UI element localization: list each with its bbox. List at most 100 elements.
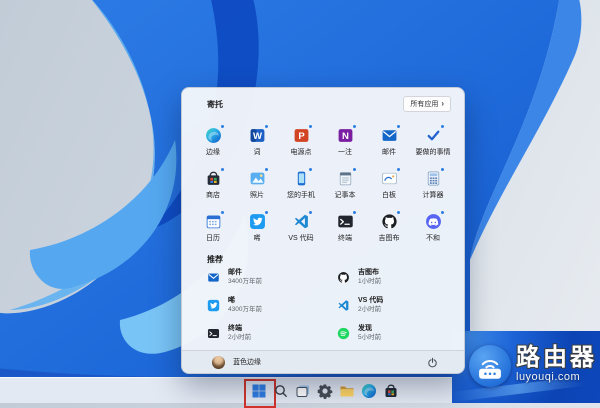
notepad-icon <box>337 170 354 187</box>
spotify-icon <box>337 327 350 340</box>
calendar-icon <box>205 213 222 230</box>
pinned-app[interactable]: P 电源点 <box>279 124 323 163</box>
pinned-app-label: 白板 <box>382 190 396 200</box>
svg-text:P: P <box>298 131 305 142</box>
calculator-icon <box>425 170 442 187</box>
pinned-app-label: 照片 <box>250 190 264 200</box>
photos-icon <box>249 170 266 187</box>
chevron-right-icon: › <box>441 101 444 107</box>
pinned-app-label: 商店 <box>206 190 220 200</box>
recommended-item-time: 1小时前 <box>358 278 381 286</box>
pinned-app[interactable]: 记事本 <box>323 167 367 206</box>
whiteboard-icon <box>381 170 398 187</box>
store-icon <box>205 170 222 187</box>
recommended-item[interactable]: 唏4300万年前 <box>204 292 334 319</box>
twitter-icon <box>207 299 220 312</box>
recommended-item-time: 3400万年前 <box>228 278 262 286</box>
pinned-app[interactable]: 日历 <box>191 210 235 249</box>
pinned-app-label: 电源点 <box>291 147 312 157</box>
pinned-app-label: 您的手机 <box>287 190 315 200</box>
recommended-item-time: 4300万年前 <box>228 306 262 314</box>
pinned-app-label: 吉图布 <box>379 233 400 243</box>
pinned-section-title: 寄托 <box>207 99 223 110</box>
mail-icon <box>381 127 398 144</box>
edge-icon <box>205 127 222 144</box>
pinned-app[interactable]: N 一注 <box>323 124 367 163</box>
pinned-app[interactable]: 不和 <box>411 210 455 249</box>
taskbar-store-button[interactable] <box>383 383 399 399</box>
github-icon <box>381 213 398 230</box>
taskbar-settings-button[interactable] <box>317 383 333 399</box>
pinned-app-label: 邮件 <box>382 147 396 157</box>
recommended-item-title: VS 代码 <box>358 297 383 305</box>
pinned-app-label: 一注 <box>338 147 352 157</box>
watermark-url: luyouqi.com <box>516 371 597 383</box>
pinned-app-label: 日历 <box>206 233 220 243</box>
pinned-app[interactable]: 商店 <box>191 167 235 206</box>
pinned-apps-grid: 边缘 W词 P 电源点 N 一注 邮件 要做的事情商店 照片 您的手机 记事本 白板 计算器日历 唏 VS … <box>191 124 455 249</box>
taskbar-search-button[interactable] <box>273 383 289 399</box>
recommended-item[interactable]: 终端2小时前 <box>204 320 334 347</box>
router-logo-icon <box>469 345 511 387</box>
pinned-app[interactable]: W词 <box>235 124 279 163</box>
discord-icon <box>425 213 442 230</box>
twitter-icon <box>249 213 266 230</box>
terminal-icon <box>207 327 220 340</box>
taskbar-edge-button[interactable] <box>361 383 377 399</box>
pinned-app-label: 不和 <box>426 233 440 243</box>
pinned-app[interactable]: 邮件 <box>367 124 411 163</box>
pinned-app-label: VS 代码 <box>288 233 313 243</box>
recommended-item[interactable]: 吉图布1小时前 <box>334 264 464 291</box>
pinned-app-label: 词 <box>254 147 261 157</box>
recommended-item[interactable]: VS 代码2小时前 <box>334 292 464 319</box>
pinned-app-label: 记事本 <box>335 190 356 200</box>
power-button[interactable] <box>426 356 439 369</box>
pinned-app-label: 终端 <box>338 233 352 243</box>
pinned-app[interactable]: 计算器 <box>411 167 455 206</box>
taskbar-icon-row <box>251 383 399 399</box>
recommended-item[interactable]: 发现5小时前 <box>334 320 464 347</box>
recommended-item-time: 5小时前 <box>358 334 381 342</box>
taskbar-task-view-button[interactable] <box>295 383 311 399</box>
todo-icon <box>425 127 442 144</box>
recommended-item-title: 终端 <box>228 325 251 333</box>
svg-text:N: N <box>342 131 349 142</box>
pinned-app[interactable]: VS 代码 <box>279 210 323 249</box>
all-apps-label: 所有应用 <box>410 99 438 109</box>
recommended-item-title: 邮件 <box>228 269 262 277</box>
vscode-icon <box>293 213 310 230</box>
all-apps-button[interactable]: 所有应用 › <box>403 96 451 112</box>
github-icon <box>337 271 350 284</box>
terminal-icon <box>337 213 354 230</box>
recommended-item-title: 吉图布 <box>358 269 381 277</box>
pinned-app[interactable]: 要做的事情 <box>411 124 455 163</box>
svg-text:W: W <box>252 131 261 142</box>
word-icon: W <box>249 127 266 144</box>
pinned-app[interactable]: 唏 <box>235 210 279 249</box>
onenote-icon: N <box>337 127 354 144</box>
watermark-title: 路由器 <box>516 345 597 371</box>
recommended-item-title: 唏 <box>228 297 262 305</box>
pinned-app[interactable]: 终端 <box>323 210 367 249</box>
start-menu-footer: 蓝色边缘 <box>182 350 464 373</box>
pinned-app[interactable]: 边缘 <box>191 124 235 163</box>
powerpoint-icon: P <box>293 127 310 144</box>
recommended-item[interactable]: 邮件3400万年前 <box>204 264 334 291</box>
pinned-app[interactable]: 白板 <box>367 167 411 206</box>
pinned-app-label: 计算器 <box>423 190 444 200</box>
recommended-list: 邮件3400万年前唏4300万年前终端2小时前吉图布1小时前VS 代码2小时前发… <box>204 264 464 347</box>
pinned-app-label: 要做的事情 <box>416 147 451 157</box>
user-avatar[interactable] <box>212 356 225 369</box>
watermark: 路由器 luyouqi.com <box>469 345 597 387</box>
pinned-app-label: 边缘 <box>206 147 220 157</box>
pinned-app-label: 唏 <box>254 233 261 243</box>
user-name[interactable]: 蓝色边缘 <box>233 357 261 367</box>
pinned-app[interactable]: 吉图布 <box>367 210 411 249</box>
taskbar-start-button[interactable] <box>251 383 267 399</box>
start-menu-panel: 寄托 所有应用 › 边缘W词P电源点N一注邮件要做的事情商店照片您的手机记事本白… <box>181 87 465 374</box>
mail-icon <box>207 271 220 284</box>
taskbar-file-explorer-button[interactable] <box>339 383 355 399</box>
recommended-item-time: 2小时前 <box>228 334 251 342</box>
pinned-app[interactable]: 照片 <box>235 167 279 206</box>
pinned-app[interactable]: 您的手机 <box>279 167 323 206</box>
